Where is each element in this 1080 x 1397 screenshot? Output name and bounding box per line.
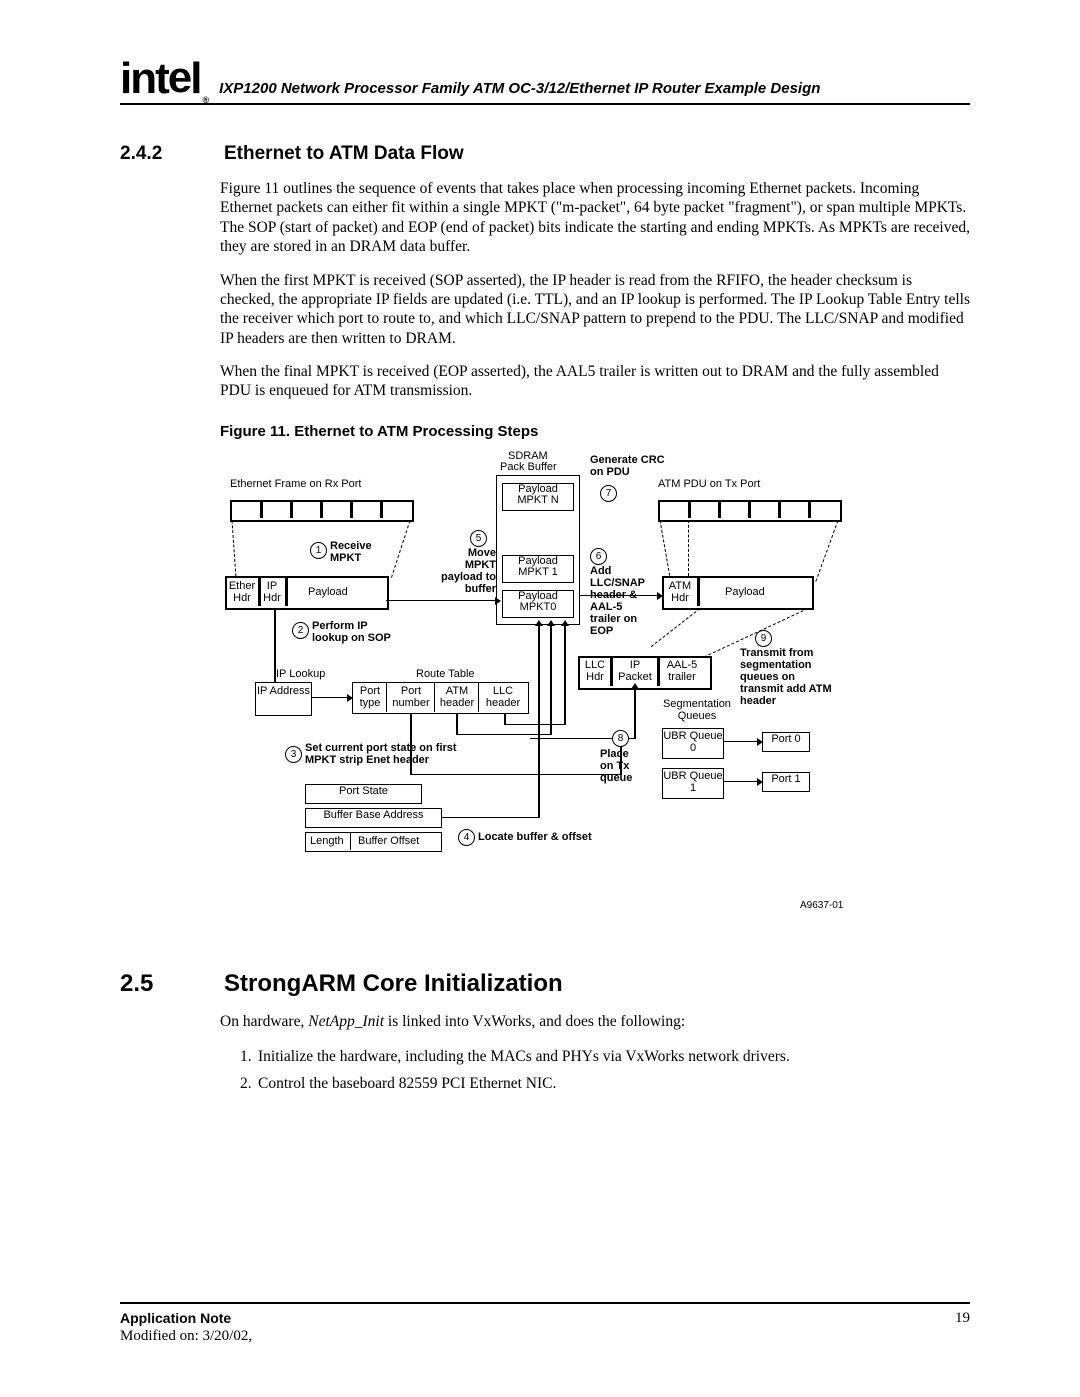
arrow-icon [312,697,348,699]
diagram-box: IP Address [255,682,312,716]
diagram-box: Payload MPKT 1 [502,555,574,583]
arrow-icon [550,625,552,735]
ordered-list: 1.Initialize the hardware, including the… [240,1045,970,1097]
diagram-label: AAL-5 trailer [660,659,704,683]
step-marker: 2 [292,622,309,639]
section-2-4-2-heading: 2.4.2 Ethernet to ATM Data Flow [120,143,970,165]
paragraph: When the final MPKT is received (EOP ass… [220,362,970,401]
diagram-label: Segmentation Queues [652,698,742,722]
intel-logo: intel® [120,64,215,103]
paragraph: Figure 11 outlines the sequence of event… [220,179,970,257]
section-number: 2.5 [120,970,220,998]
section-title: StrongARM Core Initialization [224,970,563,998]
diagram-label: Add LLC/SNAP header & AAL-5 trailer on E… [590,565,650,638]
step-marker: 1 [310,542,327,559]
footer-app-note: Application Note [120,1310,252,1327]
diagram-box: UBR Queue 1 [662,768,724,799]
diagram-label: Perform IP lookup on SOP [312,620,402,644]
paragraph: On hardware, NetApp_Init is linked into … [220,1012,970,1031]
emphasis: NetApp_Init [308,1013,384,1030]
step-marker: 6 [590,548,607,565]
page-header: intel® IXP1200 Network Processor Family … [120,60,970,105]
arrow-icon [634,688,636,738]
diagram-box: Payload MPKT N [502,483,574,511]
diagram-box: Port State [305,784,422,804]
diagram-label: LLC Hdr [580,659,610,683]
diagram-label: ATM PDU on Tx Port [658,478,760,490]
footer-page-number: 19 [955,1310,970,1345]
list-item: 2.Control the baseboard 82559 PCI Ethern… [240,1072,970,1097]
diagram-label: LLC header [481,685,525,709]
section-number: 2.4.2 [120,143,220,165]
diagram-label: Ether Hdr [228,580,256,604]
figure-id: A9637-01 [800,900,843,911]
diagram-label: Port type [354,685,386,709]
doc-title: IXP1200 Network Processor Family ATM OC-… [215,80,970,99]
diagram-label: Port number [389,685,433,709]
diagram-label: ATM header [437,685,477,709]
diagram-label: IP Packet [614,659,656,683]
step-marker: 3 [285,746,302,763]
diagram-label: Payload [725,586,765,598]
diagram-label: Receive MPKT [330,540,380,564]
diagram-label: Route Table [416,668,475,680]
list-item: 1.Initialize the hardware, including the… [240,1045,970,1070]
diagram-label: ATM Hdr [666,580,694,604]
arrow-icon [386,600,496,602]
diagram-box: Payload MPKT0 [502,590,574,618]
figure-11-diagram: SDRAM Pack Buffer Generate CRC on PDU Et… [220,450,860,940]
diagram-label: Ethernet Frame on Rx Port [230,478,361,490]
diagram-label: Buffer Offset [358,835,419,847]
arrow-icon [580,595,658,597]
diagram-label: Pack Buffer [500,461,557,473]
diagram-box: Port 0 [762,732,810,752]
arrow-icon [564,625,566,725]
paragraph: When the first MPKT is received (SOP ass… [220,271,970,349]
step-marker: 4 [458,829,475,846]
diagram-label: Payload [308,586,348,598]
section-title: Ethernet to ATM Data Flow [224,143,464,165]
diagram-label: Length [310,835,344,847]
step-marker: 5 [470,530,487,547]
diagram-label: IP Hdr [261,580,283,604]
step-marker: 7 [600,485,617,502]
arrow-icon [538,625,540,818]
arrow-icon [724,781,758,783]
section-2-5-heading: 2.5 StrongARM Core Initialization [120,970,970,998]
diagram-label: IP Lookup [276,668,325,680]
diagram-label: Locate buffer & offset [478,831,592,843]
diagram-label: Move MPKT payload to buffer [438,547,496,595]
page-footer: Application Note Modified on: 3/20/02, 1… [120,1302,970,1345]
registered-mark: ® [202,95,207,105]
diagram-label: Place on Tx queue [600,748,645,784]
diagram-box: Buffer Base Address [305,808,442,828]
footer-modified: Modified on: 3/20/02, [120,1327,252,1345]
diagram-label: Set current port state on first MPKT str… [305,742,485,766]
diagram-label: Transmit from segmentation queues on tra… [740,647,840,707]
figure-caption: Figure 11. Ethernet to ATM Processing St… [220,423,970,440]
diagram-box: UBR Queue 0 [662,728,724,759]
diagram-box: Port 1 [762,772,810,792]
diagram-label: Generate CRC on PDU [590,454,680,478]
step-marker: 8 [612,730,629,747]
arrow-icon [724,741,758,743]
